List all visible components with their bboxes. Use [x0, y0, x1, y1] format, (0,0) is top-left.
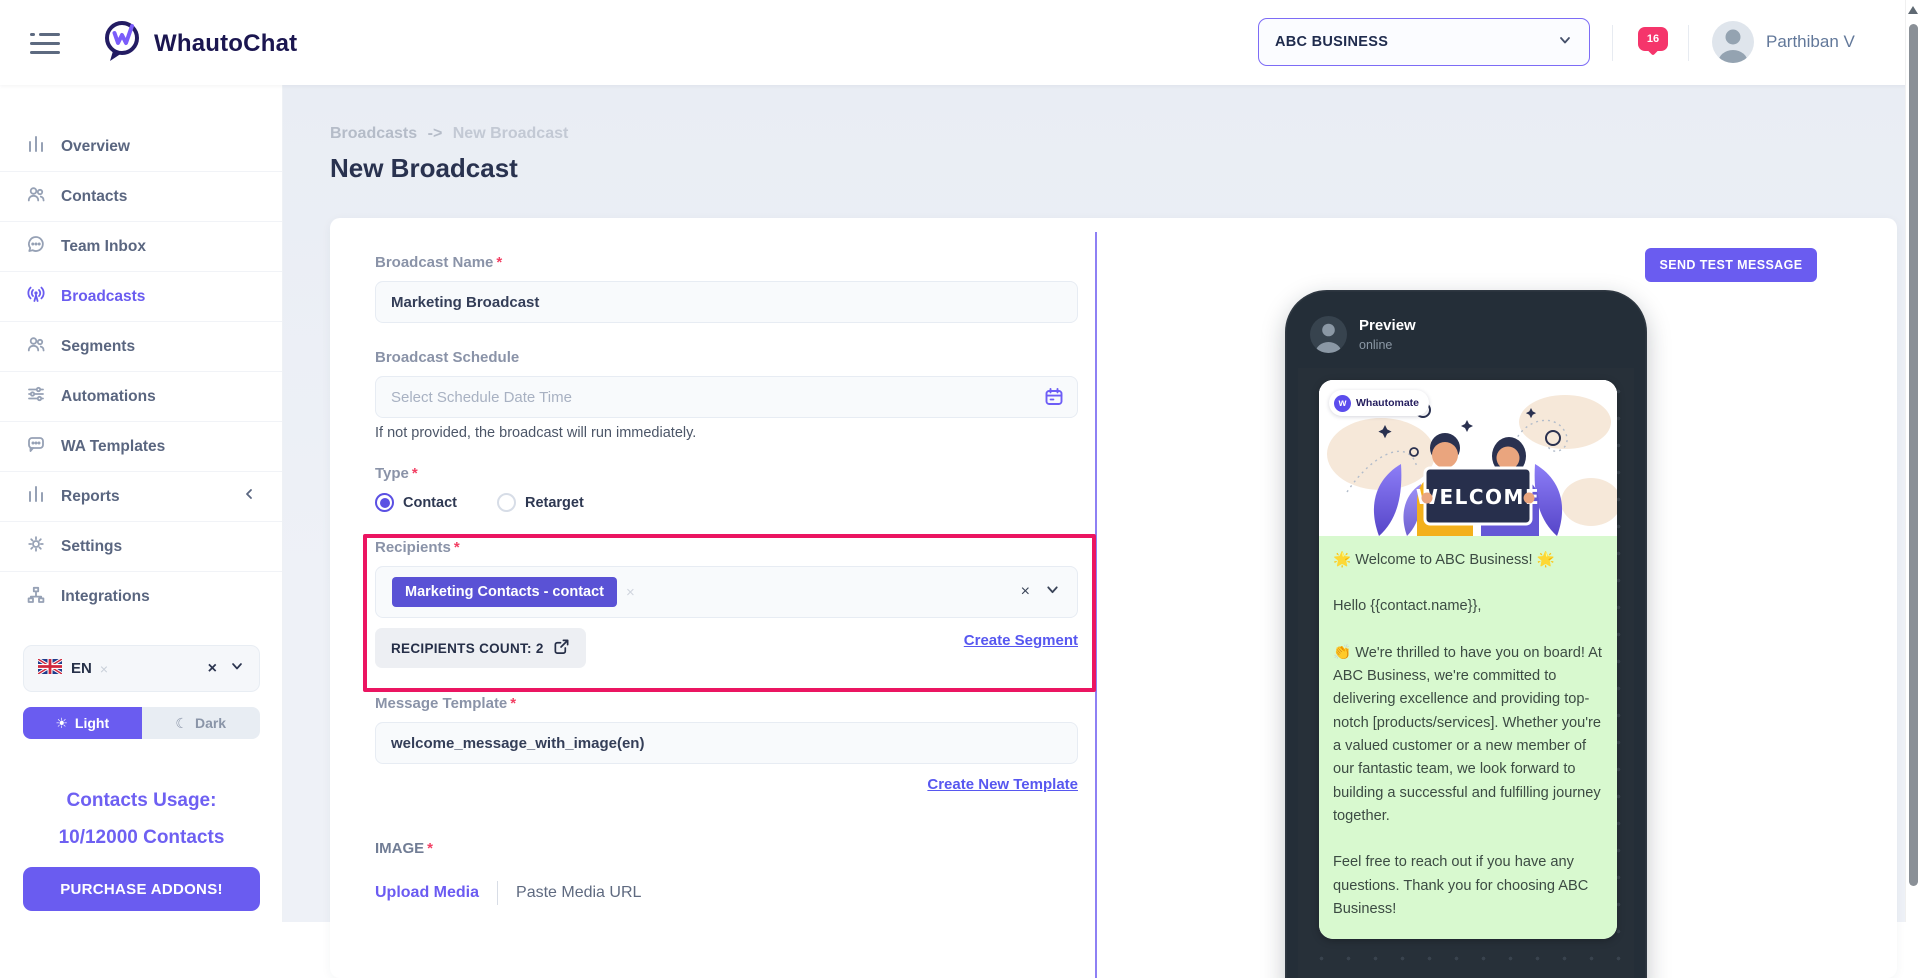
- gear-icon: [26, 534, 46, 559]
- chevron-down-icon[interactable]: [1044, 581, 1061, 603]
- main-content: Broadcasts -> New Broadcast New Broadcas…: [283, 85, 1905, 922]
- sun-icon: ☀: [55, 715, 68, 732]
- message-paragraph: 🌟 Welcome to ABC Business! 🌟: [1333, 549, 1603, 572]
- welcome-illustration: w Whautomate: [1319, 380, 1617, 536]
- user-name[interactable]: Parthiban V: [1766, 32, 1855, 52]
- dark-theme-button[interactable]: ☾ Dark: [142, 707, 261, 739]
- header-divider: [1612, 25, 1613, 61]
- sidebar-item-segments[interactable]: Segments: [0, 322, 282, 372]
- whautomate-brand-pill: w Whautomate: [1329, 390, 1429, 416]
- hamburger-menu-icon[interactable]: [30, 31, 60, 55]
- broadcast-icon: [26, 284, 46, 309]
- sidebar-item-contacts[interactable]: Contacts: [0, 172, 282, 222]
- message-bubble: w Whautomate: [1319, 380, 1617, 939]
- business-selector[interactable]: ABC BUSINESS: [1258, 18, 1590, 66]
- tab-paste-media-url[interactable]: Paste Media URL: [516, 884, 641, 902]
- schedule-datetime-input[interactable]: [375, 376, 1078, 418]
- recipient-chip[interactable]: Marketing Contacts - contact: [392, 577, 617, 607]
- calendar-icon[interactable]: [1043, 386, 1065, 413]
- sidebar-item-reports[interactable]: Reports: [0, 472, 282, 522]
- message-template-input[interactable]: [375, 722, 1078, 764]
- tab-upload-media[interactable]: Upload Media: [375, 884, 479, 902]
- uk-flag-icon: [38, 659, 62, 679]
- create-new-template-link[interactable]: Create New Template: [927, 776, 1078, 793]
- clear-icon[interactable]: ×: [208, 660, 217, 678]
- sidebar-item-wa-templates[interactable]: WA Templates: [0, 422, 282, 472]
- sliders-icon: [26, 384, 46, 409]
- scrollbar-thumb[interactable]: [1909, 24, 1918, 886]
- notification-badge[interactable]: 16: [1638, 27, 1668, 51]
- top-header: WhautoChat ABC BUSINESS 16 Parthiban V: [0, 0, 1920, 85]
- header-divider: [1688, 25, 1689, 61]
- brand-name: WhautoChat: [154, 30, 297, 58]
- type-label: Type*: [375, 465, 1078, 482]
- purchase-addons-button[interactable]: PURCHASE ADDONS!: [23, 867, 260, 911]
- message-paragraph: 👏 We're thrilled to have you on board! A…: [1333, 642, 1603, 829]
- message-paragraph: Feel free to reach out if you have any q…: [1333, 851, 1603, 921]
- sidebar-item-integrations[interactable]: Integrations: [0, 572, 282, 622]
- language-selector[interactable]: EN × ×: [23, 645, 260, 692]
- tab-divider: [497, 881, 498, 905]
- contacts-usage: Contacts Usage: 10/12000 Contacts: [0, 790, 283, 849]
- message-paragraph: Hello {{contact.name}},: [1333, 595, 1603, 618]
- message-template-label: Message Template*: [375, 695, 1078, 712]
- clear-icon[interactable]: ×: [1021, 583, 1030, 601]
- sidebar-item-settings[interactable]: Settings: [0, 522, 282, 572]
- chevron-down-icon[interactable]: [229, 658, 245, 679]
- light-theme-button[interactable]: ☀ Light: [23, 707, 142, 739]
- broadcast-name-input[interactable]: [375, 281, 1078, 323]
- bar-chart-icon: [26, 484, 46, 509]
- welcome-sign-text: WELCOME: [1416, 485, 1540, 509]
- broadcast-schedule-label: Broadcast Schedule: [375, 349, 1078, 366]
- sidebar: Overview Contacts Team Inbox Broadcasts …: [0, 85, 283, 922]
- tag-remove-icon[interactable]: ×: [100, 661, 108, 677]
- theme-toggle: ☀ Light ☾ Dark: [23, 707, 260, 739]
- sidebar-item-team-inbox[interactable]: Team Inbox: [0, 222, 282, 272]
- brand-logo: WhautoChat: [100, 18, 297, 69]
- page-scrollbar: [1905, 0, 1920, 922]
- sidebar-item-overview[interactable]: Overview: [0, 122, 282, 172]
- chevron-down-icon: [1557, 32, 1573, 53]
- schedule-helper-text: If not provided, the broadcast will run …: [375, 425, 1078, 441]
- moon-icon: ☾: [175, 715, 188, 732]
- sidebar-item-automations[interactable]: Automations: [0, 372, 282, 422]
- chat-bubble-icon: [26, 234, 46, 259]
- recipients-label: Recipients*: [375, 539, 1078, 556]
- type-radio-contact[interactable]: Contact: [375, 493, 457, 512]
- chip-remove-icon[interactable]: ×: [626, 584, 635, 601]
- message-text: 🌟 Welcome to ABC Business! 🌟 Hello {{con…: [1319, 536, 1617, 939]
- chat-status: online: [1359, 338, 1392, 352]
- send-test-message-button[interactable]: SEND TEST MESSAGE: [1645, 248, 1817, 282]
- chat-avatar: [1310, 316, 1347, 353]
- whautomate-logo-icon: w: [1334, 395, 1351, 412]
- template-bubble-icon: [26, 434, 46, 459]
- recipients-count-badge[interactable]: RECIPIENTS COUNT: 2: [375, 628, 586, 668]
- people-icon: [26, 334, 46, 359]
- scroll-up-arrow[interactable]: [1908, 6, 1918, 14]
- recipients-select[interactable]: Marketing Contacts - contact × ×: [375, 566, 1078, 618]
- chat-screen: w Whautomate: [1298, 368, 1634, 978]
- sitemap-icon: [26, 585, 46, 610]
- section-divider: [1095, 232, 1097, 978]
- broadcast-form-card: Broadcast Name* Broadcast Schedule If no…: [330, 218, 1897, 978]
- breadcrumb-current: New Broadcast: [453, 125, 569, 142]
- whautochat-logo-icon: [100, 18, 144, 69]
- breadcrumb: Broadcasts -> New Broadcast: [330, 125, 568, 143]
- people-icon: [26, 184, 46, 209]
- chevron-left-icon[interactable]: [242, 487, 256, 506]
- page-title: New Broadcast: [330, 153, 518, 184]
- phone-preview: Preview online w Whautomate: [1285, 290, 1647, 978]
- breadcrumb-parent[interactable]: Broadcasts: [330, 125, 417, 142]
- broadcast-name-label: Broadcast Name*: [375, 254, 1078, 271]
- chat-title: Preview: [1359, 317, 1416, 334]
- create-segment-link[interactable]: Create Segment: [964, 632, 1078, 649]
- user-avatar[interactable]: [1712, 21, 1754, 63]
- type-radio-retarget[interactable]: Retarget: [497, 493, 584, 512]
- external-link-icon: [553, 638, 570, 658]
- image-label: IMAGE*: [375, 840, 1078, 857]
- bar-chart-icon: [26, 134, 46, 159]
- sidebar-item-broadcasts[interactable]: Broadcasts: [0, 272, 282, 322]
